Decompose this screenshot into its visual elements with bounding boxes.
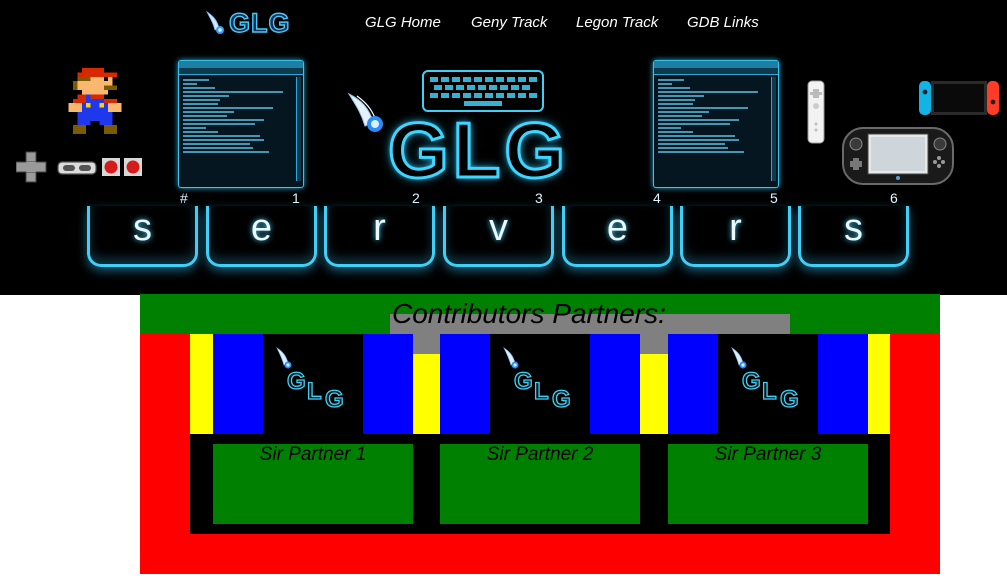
banner-logo-text: GLG [387,106,569,194]
accent-blue [440,334,490,434]
nav-gdb-links[interactable]: GDB Links [687,14,759,34]
accent-blue [590,334,640,434]
partner-card-2[interactable]: Sir Partner 2 [440,444,640,524]
nav-legon-track[interactable]: Legon Track [576,14,658,34]
partners-title-bg [413,334,440,354]
partner-card-1[interactable]: Sir Partner 1 [213,444,413,524]
banner-key-s: s [798,206,909,267]
partner-logo: G L G [263,334,363,434]
partner-name: Sir Partner 1 [259,444,367,465]
switch-icon [919,81,999,115]
partner-name: Sir Partner 3 [714,444,822,465]
mario-sprite [68,68,122,134]
accent-yellow [413,354,440,434]
banner-key-e: e [562,206,673,267]
partners-title: Contributors Partners: [392,298,666,329]
wing-icon [503,346,519,369]
terminal-window-icon [178,60,304,188]
key-number: 1 [292,190,300,206]
key-number: # [180,190,188,206]
nav-glg-home[interactable]: GLG Home [365,14,441,34]
header-banner: GLG GLG Home Geny Track Legon Track GDB … [0,0,1007,295]
banner-key-r: r [324,206,435,267]
wing-icon [276,346,292,369]
partner-logo: G L G [718,334,818,434]
banner-key-s: s [87,206,198,267]
nav-geny-track[interactable]: Geny Track [471,14,547,34]
key-number: 5 [770,190,778,206]
key-number: 2 [412,190,420,206]
accent-yellow [640,354,668,434]
site-logo-text: GLG [228,7,291,38]
wiimote-icon [807,80,825,144]
nes-controller-icon [16,151,142,183]
accent-blue [213,334,263,434]
partner-name: Sir Partner 2 [486,444,594,465]
key-number: 6 [890,190,898,206]
site-logo[interactable]: GLG [205,6,291,40]
key-number: 3 [535,190,543,206]
key-number: 4 [653,190,661,206]
accent-blue [363,334,413,434]
accent-yellow [868,334,890,434]
accent-blue [818,334,868,434]
accent-blue [668,334,718,434]
accent-yellow [190,334,213,434]
partners-title-bg [640,334,668,354]
banner-key-v: v [443,206,554,267]
wing-icon [205,10,224,34]
wing-icon [347,92,383,132]
wing-icon [731,346,747,369]
banner-key-r: r [680,206,791,267]
banner-key-e: e [206,206,317,267]
partner-logo: G L G [490,334,590,434]
partner-card-3[interactable]: Sir Partner 3 [668,444,868,524]
wiiu-gamepad-icon [842,127,954,185]
terminal-window-icon [653,60,779,188]
